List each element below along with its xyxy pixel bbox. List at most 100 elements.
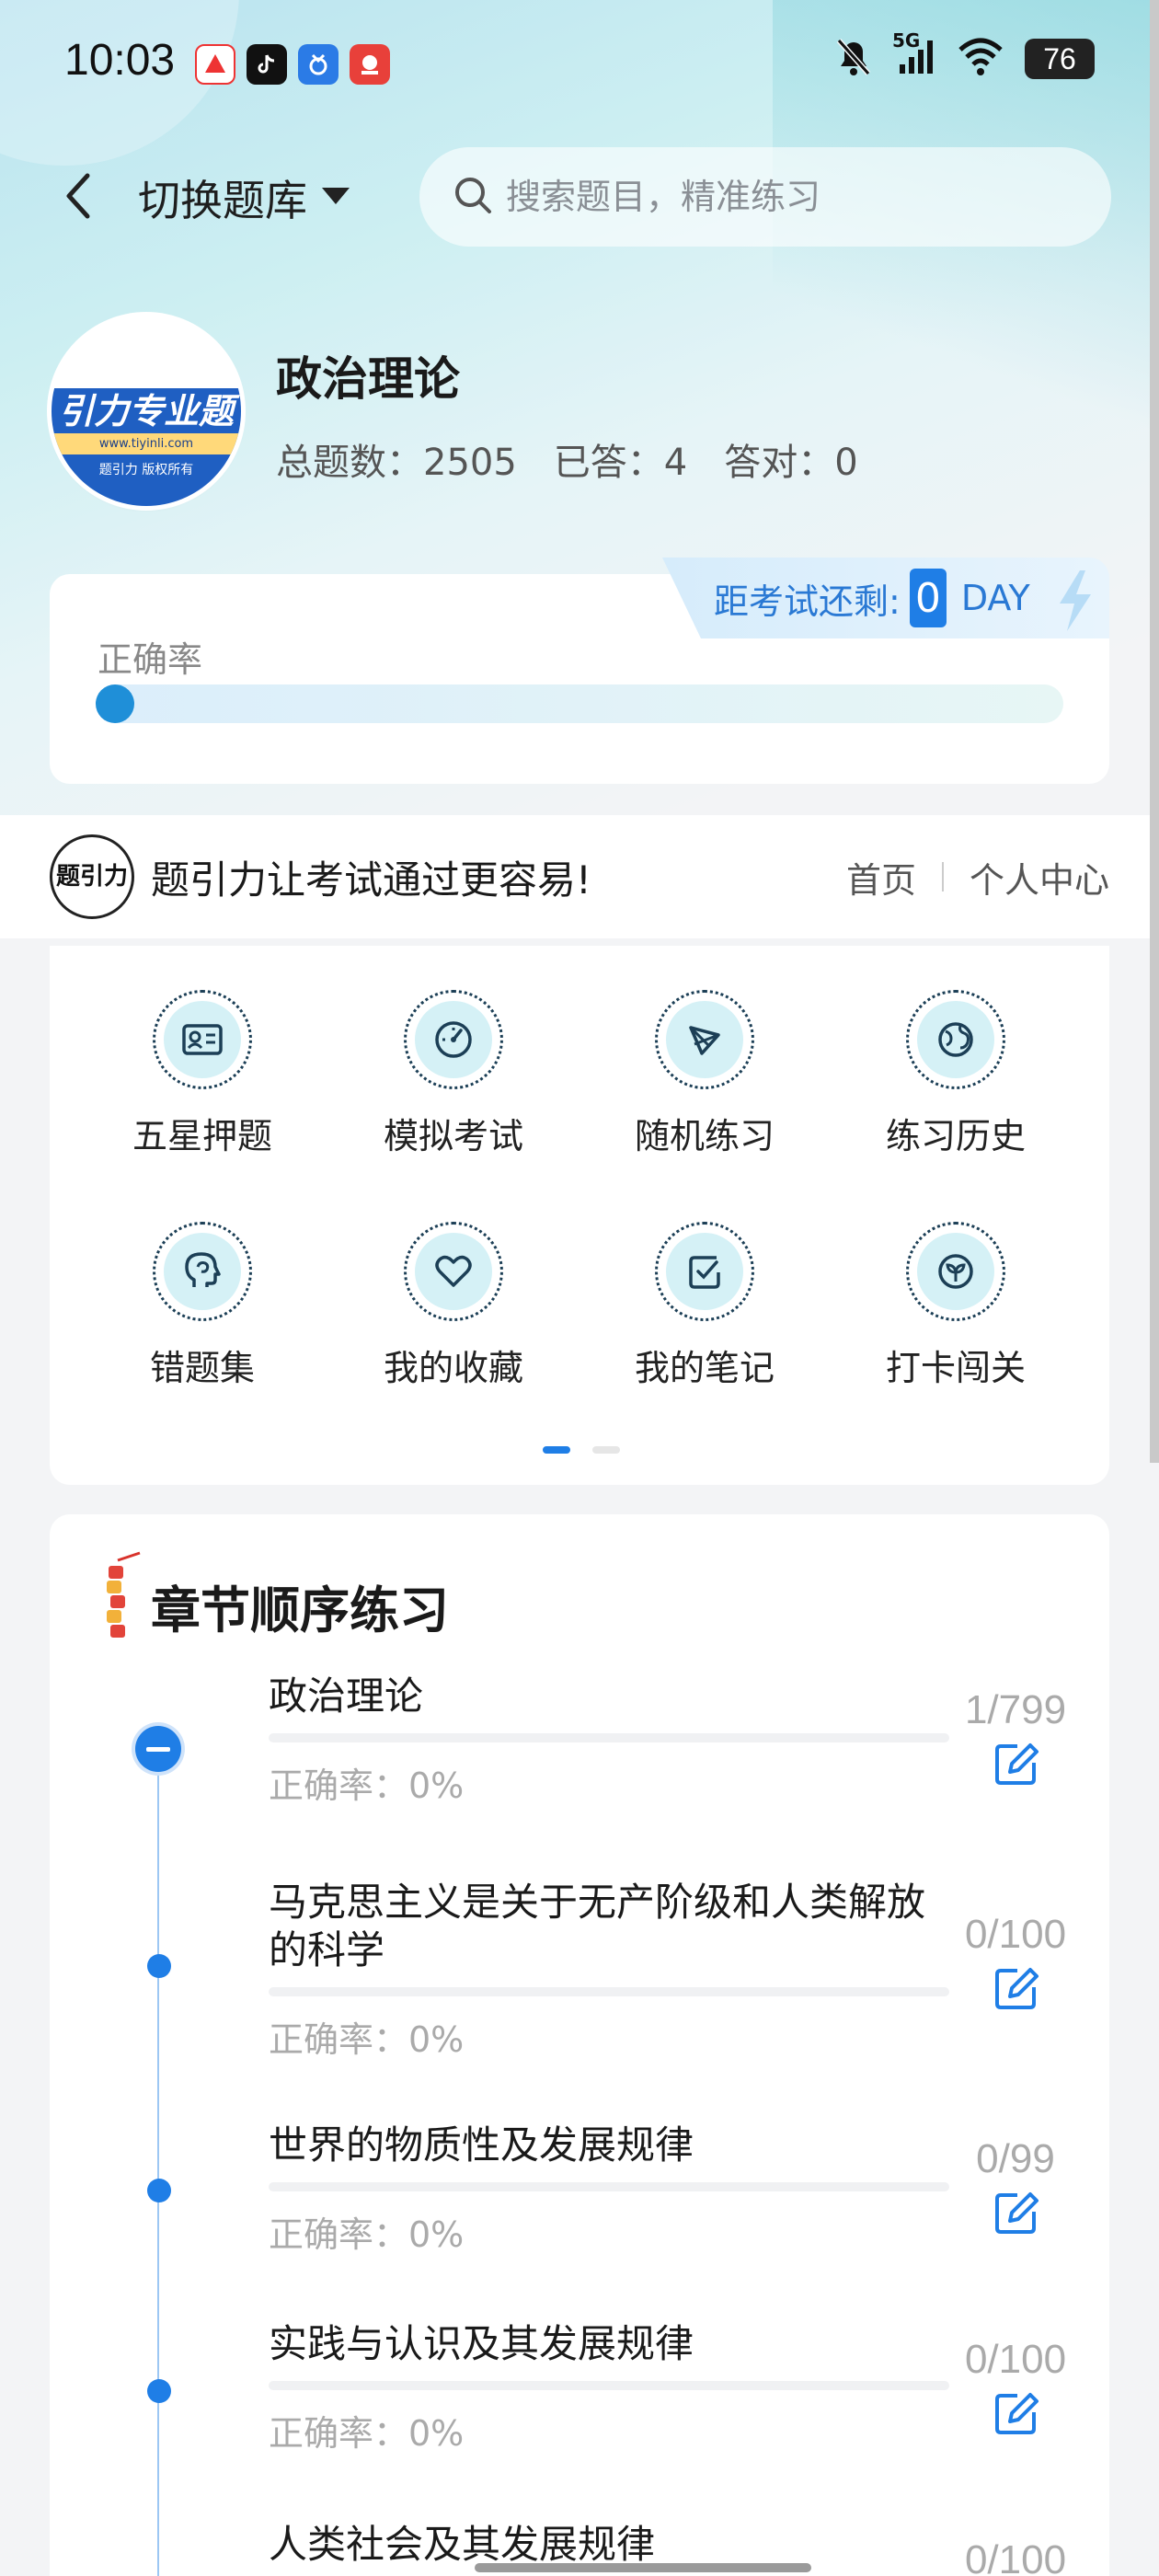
pager-dot[interactable] [592,1446,620,1454]
back-button[interactable] [46,164,110,228]
timeline-dot [147,2179,171,2202]
timeline-line [157,1748,159,2576]
app-notification-icon [195,44,235,85]
heart-icon [435,1255,472,1287]
nav-divider [941,862,944,891]
chapter-title: 政治理论 [269,1673,424,1719]
accuracy-progress-bar [96,684,1063,723]
firecracker-icon [98,1551,143,1647]
lightning-icon [1052,569,1096,637]
status-indicators: 5G 76 [835,29,1095,81]
chapter-practice-card: 章节顺序练习 政治理论 正确率：0% 1/799 马克思主义是关于无产阶级和人类… [50,1514,1109,2576]
nav-home-link[interactable]: 首页 [846,852,916,903]
feature-label: 错题集 [149,1348,255,1388]
app-notification-icon [298,44,339,85]
chapter-item[interactable]: 实践与认识及其发展规律 正确率：0% [269,2320,949,2455]
feature-label: 模拟考试 [383,1116,523,1156]
accuracy-progress-handle [96,684,134,723]
chapter-progress-bar [269,1733,949,1742]
edit-icon[interactable] [990,2188,1041,2243]
feature-label: 练习历史 [885,1116,1026,1156]
feature-random-practice[interactable]: 随机练习 [603,990,806,1158]
feature-practice-history[interactable]: 练习历史 [855,990,1057,1158]
feature-wrong-questions[interactable]: 错题集 [101,1222,304,1390]
signal-icon: 5G [892,29,936,81]
switch-bank-dropdown[interactable]: 切换题库 [138,167,351,228]
logo-copyright: 题引力 版权所有 [98,463,194,478]
chapter-count-block: 0/100 [933,2537,1098,2576]
countdown-value: 0 [909,569,947,627]
tiktok-icon [247,44,287,85]
timeline-dot [147,2379,171,2403]
logo-url: www.tiyinli.com [52,433,241,455]
nav-profile-link[interactable]: 个人中心 [970,852,1109,903]
chapter-title: 人类社会及其发展规律 [269,2522,656,2567]
chapter-count-block: 0/100 [933,1912,1098,2018]
search-input[interactable] [504,176,1078,218]
subject-stats: 总题数：2505 已答：4 答对：0 [276,432,858,486]
search-bar[interactable] [419,147,1111,247]
chapter-accuracy: 正确率：0% [269,1765,465,1806]
edit-icon[interactable] [990,1963,1041,2018]
feature-mock-exam[interactable]: 模拟考试 [352,990,555,1158]
mute-icon [835,37,872,81]
battery-indicator: 76 [1025,39,1095,79]
chapter-count-block: 0/100 [933,2337,1098,2444]
chapter-progress-bar [269,2182,949,2191]
top-header: 切换题库 [0,147,1159,247]
grid-pager [543,1446,620,1454]
edit-icon[interactable] [990,2388,1041,2444]
note-check-icon [689,1256,720,1289]
brand-slogan: 题引力让考试通过更容易! [151,857,591,903]
subject-logo: 引力专业题 www.tiyinli.com 题引力 版权所有 [52,316,241,506]
home-indicator[interactable] [475,2563,811,2572]
timeline-dot [147,1954,171,1978]
app-notification-icon [350,44,390,85]
chapter-count: 1/799 [964,1687,1067,1732]
countdown-unit: DAY [960,578,1030,618]
correct-count: 答对：0 [724,442,858,484]
chapter-title: 实践与认识及其发展规律 [269,2321,694,2366]
feature-favorites[interactable]: 我的收藏 [352,1222,555,1390]
brand-nav: 首页 个人中心 [846,852,1109,903]
chapter-title: 世界的物质性及发展规律 [269,2122,694,2168]
scrollbar-thumb[interactable] [1150,0,1159,1463]
subject-title: 政治理论 [276,352,460,406]
feature-grid: 五星押题 模拟考试 随机练习 练习历史 错题集 我的收藏 我的笔记 打卡闯关 [50,946,1109,1485]
globe-icon [938,1022,973,1057]
notification-icons [195,44,390,85]
accuracy-label: 正确率 [98,639,203,680]
chapter-item[interactable]: 政治理论 正确率：0% [269,1673,949,1808]
feature-five-star[interactable]: 五星押题 [101,990,304,1158]
network-type: 5G [892,29,921,52]
answered-count: 已答：4 [553,442,688,484]
switch-bank-label: 切换题库 [138,176,307,225]
chapter-count: 0/100 [964,1912,1067,1957]
chapter-item[interactable]: 人类社会及其发展规律 [269,2521,949,2569]
chapter-item[interactable]: 世界的物质性及发展规律 正确率：0% [269,2122,949,2257]
id-card-icon [182,1024,223,1055]
search-icon [453,175,493,219]
edit-icon[interactable] [990,1739,1041,1794]
caret-down-icon [320,186,351,210]
status-bar: 10:03 5G 76 [0,0,1159,120]
countdown-label: 距考试还剩: [714,581,901,622]
logo-text: 引力专业题 [58,391,234,432]
chapter-progress-bar [269,2381,949,2390]
feature-label: 打卡闯关 [885,1348,1026,1388]
chapter-progress-bar [269,1987,949,1996]
feature-label: 随机练习 [634,1116,775,1156]
head-icon [185,1252,221,1287]
chapter-item[interactable]: 马克思主义是关于无产阶级和人类解放的科学 正确率：0% [269,1879,949,2062]
wifi-icon [957,37,1004,81]
chapter-accuracy: 正确率：0% [269,2413,465,2454]
pager-dot-active[interactable] [543,1446,570,1454]
chapter-count: 0/100 [964,2537,1067,2576]
leaf-icon [938,1254,973,1289]
feature-label: 五星押题 [132,1116,272,1156]
feature-notes[interactable]: 我的笔记 [603,1222,806,1390]
gauge-icon [435,1021,472,1058]
feature-check-in[interactable]: 打卡闯关 [855,1222,1057,1390]
chapter-accuracy: 正确率：0% [269,2019,465,2060]
collapse-icon[interactable] [135,1726,181,1772]
